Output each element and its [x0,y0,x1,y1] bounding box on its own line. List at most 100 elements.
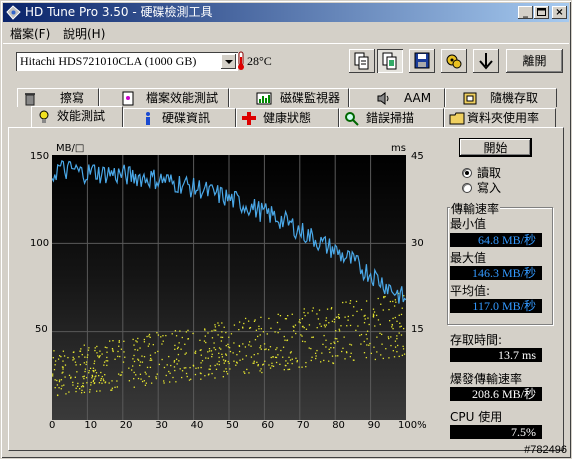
access-time-point [105,360,107,362]
access-time-point [106,347,108,349]
access-time-point [400,325,402,327]
access-time-point [136,341,138,343]
access-time-point [155,376,157,378]
tab-health[interactable]: 健康狀態 [236,108,339,127]
title-bar[interactable]: HD Tune Pro 3.50 - 硬碟檢測工具 _ × [3,3,569,22]
close-icon: × [555,7,564,18]
save-button[interactable] [409,49,435,73]
minimize-button[interactable]: _ [518,6,533,19]
access-time-point [83,362,85,364]
access-time-point [213,347,215,349]
tab-benchmark[interactable]: 效能測試 [31,106,123,127]
chevron-down-icon[interactable] [221,54,236,69]
download-button[interactable] [473,49,499,73]
access-time-point [173,360,176,362]
access-time-point [323,334,325,337]
access-time-point [188,379,191,381]
access-time-point [330,307,333,309]
access-time-point [245,355,247,357]
access-time-point [58,387,60,389]
access-time-point [377,319,380,321]
maximize-button[interactable] [534,6,549,19]
tab-disk-info[interactable]: 硬碟資訊 [123,108,236,127]
access-time-point [57,358,60,360]
toolbar: Hitachi HDS721010CLA (1000 GB) 28°C 離開 [3,43,569,80]
access-time-point [213,342,215,344]
tab-erase[interactable]: 擦寫 [17,88,99,107]
options-button[interactable] [441,49,467,73]
access-time-point [181,376,183,379]
avg-label: 平均值: [450,284,491,298]
save-icon [414,52,430,69]
access-time-point [218,347,221,349]
access-time-point [227,360,229,363]
access-time-point [230,333,233,335]
access-time-point [119,355,121,358]
access-time-point [398,314,400,316]
access-time-point [161,343,163,345]
access-time-point [259,346,261,349]
access-time-point [259,334,261,336]
access-time-point [384,295,386,298]
access-time-point [392,327,394,330]
access-time-point [283,369,285,371]
tab-random-access[interactable]: 隨機存取 [445,88,557,107]
access-time-point [122,361,125,363]
start-button[interactable]: 開始 [459,138,532,157]
access-time-point [93,378,96,380]
access-time-point [262,331,265,333]
copy-screenshot-button[interactable] [377,49,403,73]
download-icon [479,53,493,70]
tab-error-scan[interactable]: 錯誤掃描 [339,108,444,127]
access-time-point [394,346,397,348]
access-time-point [217,322,219,324]
access-time-point [301,317,303,320]
access-time-point [308,324,311,326]
access-time-point [185,331,188,333]
access-time-point [221,353,223,356]
menu-file[interactable]: 檔案(F) [10,25,50,42]
access-time-point [73,358,75,360]
access-time-point [380,303,382,305]
tab-folder-usage[interactable]: 資料夾使用率 [444,108,556,127]
access-time-point [177,353,180,356]
temperature-readout: 28°C [247,54,272,68]
access-time-point [208,347,211,350]
access-time-point [190,378,192,380]
access-time-point [214,364,216,367]
access-time-point [165,334,167,337]
access-time-point [388,308,390,311]
menu-help[interactable]: 說明(H) [63,25,105,42]
access-time-point [89,388,91,391]
write-radio[interactable] [462,183,472,193]
access-time-point [225,354,228,356]
read-radio[interactable] [462,168,472,178]
access-time-point [256,361,258,363]
access-time-point [168,355,170,358]
access-time-point [118,341,120,343]
close-button[interactable]: × [552,6,567,19]
copy-text-button[interactable] [349,49,375,73]
access-time-point [349,343,351,346]
access-time-point [111,387,114,389]
access-time-point [104,374,106,376]
access-time-point [363,352,366,354]
access-time-point [396,320,398,322]
access-time-point [363,315,365,317]
access-time-point [325,317,328,319]
tab-disk-monitor[interactable]: 磁碟監視器 [229,88,349,107]
tab-file-benchmark[interactable]: 檔案效能測試 [99,88,229,107]
tab-aam[interactable]: AAM [349,88,445,107]
access-time-point [312,307,314,309]
access-time-point [363,340,365,343]
access-time-point [352,359,355,361]
drive-select[interactable]: Hitachi HDS721010CLA (1000 GB) [16,52,238,71]
access-time-point [291,336,293,338]
benchmark-chart [51,155,407,420]
access-time-point [89,367,92,370]
access-time-point [197,367,199,369]
access-time-point [222,359,225,361]
access-time-point [118,340,120,342]
exit-button[interactable]: 離開 [506,49,563,73]
access-time-point [298,321,300,323]
